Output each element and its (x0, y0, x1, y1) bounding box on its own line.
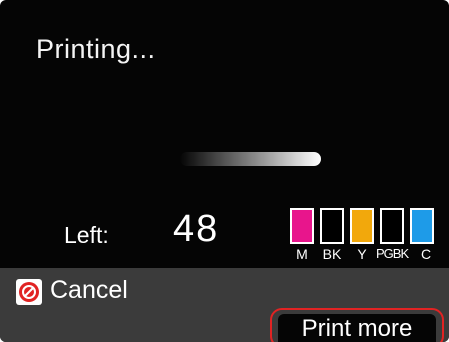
bottom-bar: Cancel Print more (0, 268, 449, 342)
ink-tank-pgbk (380, 208, 404, 244)
ink-tank-bk (320, 208, 344, 244)
ink-level-m (292, 210, 312, 242)
print-more-button[interactable]: Print more (270, 308, 444, 342)
ink-label-pgbk: PGBK (376, 246, 409, 261)
status-text: Printing... (36, 34, 156, 64)
ink-label-m: M (296, 246, 308, 262)
ink-level-indicators: M BK Y PGBK C (288, 208, 446, 266)
pages-left-label: Left: (64, 222, 109, 248)
printer-lcd-screen: Printing... Left: 48 M BK Y PGBK C Cance… (0, 0, 449, 342)
ink-label-c: C (420, 246, 432, 262)
ink-level-c (412, 210, 432, 242)
ink-label-bk: BK (322, 246, 342, 262)
print-more-label: Print more (301, 315, 413, 342)
progress-bar (180, 152, 328, 166)
ink-tank-y (350, 208, 374, 244)
cancel-label[interactable]: Cancel (50, 276, 128, 305)
ink-tank-m (290, 208, 314, 244)
ink-level-y (352, 210, 372, 242)
pages-left-value: 48 (173, 208, 220, 250)
stop-icon[interactable] (16, 279, 42, 305)
ink-tank-c (410, 208, 434, 244)
ink-label-y: Y (357, 246, 367, 262)
progress-fill (180, 152, 321, 166)
